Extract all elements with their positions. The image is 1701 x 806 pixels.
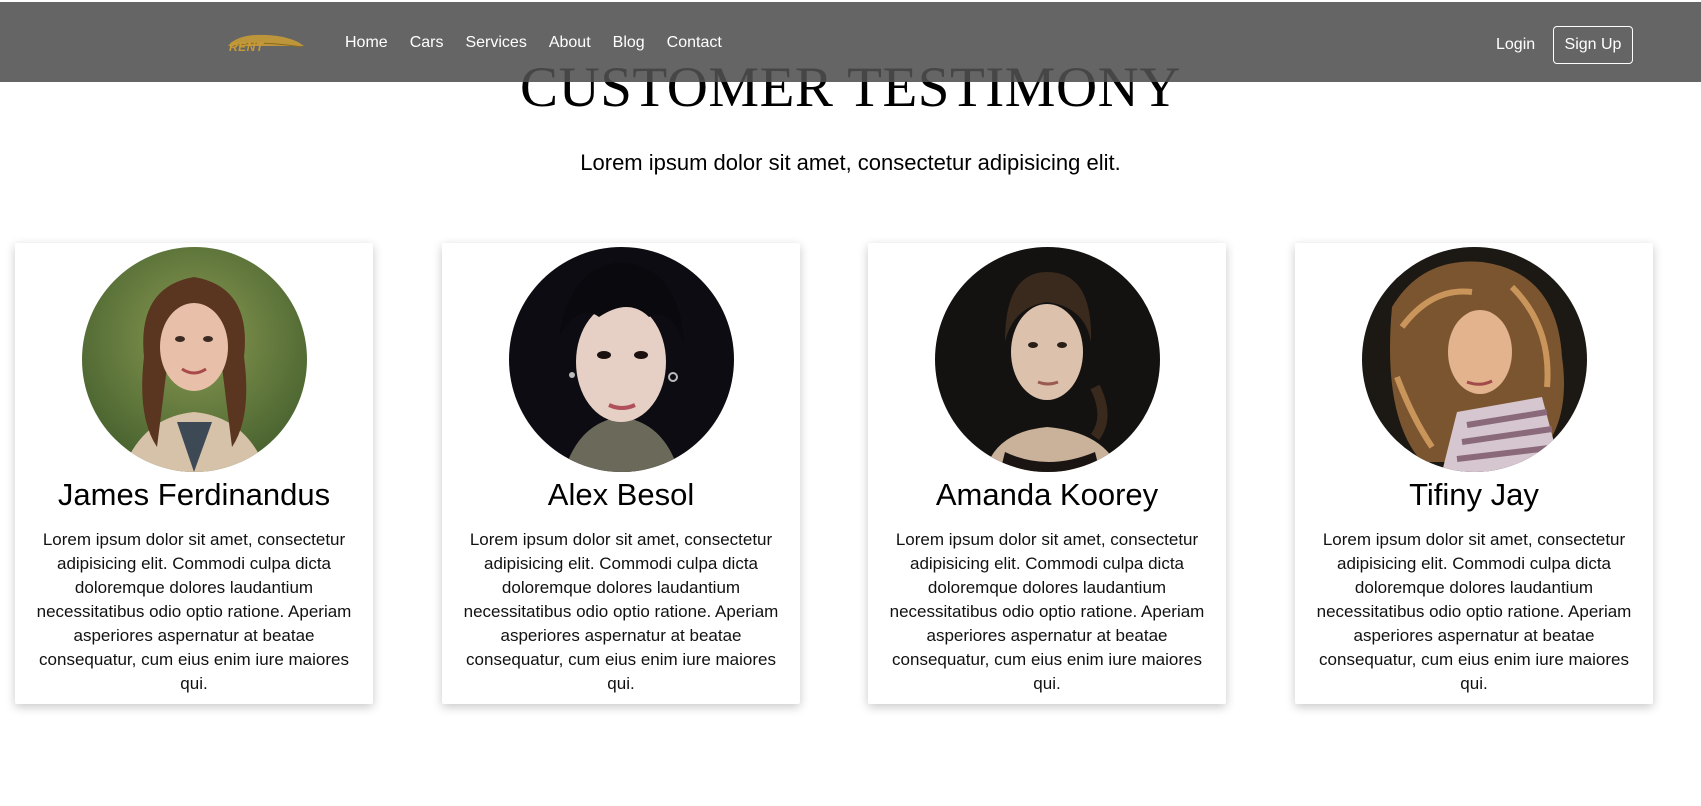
testimonial-card: Amanda Koorey Lorem ipsum dolor sit amet…: [868, 243, 1226, 704]
nav-link-blog[interactable]: Blog: [613, 33, 645, 53]
nav-link-services[interactable]: Services: [465, 33, 526, 53]
avatar: [508, 247, 734, 472]
navbar: RENT Home Cars Services About Blog Conta…: [0, 2, 1701, 82]
testimonial-name: Alex Besol: [547, 477, 695, 512]
testimonial-name: James Ferdinandus: [57, 477, 331, 512]
nav-link-contact[interactable]: Contact: [667, 33, 722, 53]
testimonial-text: Lorem ipsum dolor sit amet, consectetur …: [1316, 530, 1632, 693]
testimonial-name: Tifiny Jay: [1409, 477, 1539, 512]
testimonial-text: Lorem ipsum dolor sit amet, consectetur …: [463, 530, 779, 693]
nav-link-cars[interactable]: Cars: [410, 33, 444, 53]
signup-button[interactable]: Sign Up: [1553, 26, 1633, 64]
testimonial-text: Lorem ipsum dolor sit amet, consectetur …: [36, 530, 352, 693]
testimonial-card: Alex Besol Lorem ipsum dolor sit amet, c…: [442, 243, 800, 704]
testimonial-text: Lorem ipsum dolor sit amet, consectetur …: [889, 530, 1205, 693]
testimonial-name: Amanda Koorey: [935, 477, 1159, 512]
avatar: [1361, 247, 1587, 472]
testimonial-card: James Ferdinandus Lorem ipsum dolor sit …: [15, 243, 373, 704]
nav-link-about[interactable]: About: [549, 33, 591, 53]
section-subtitle: Lorem ipsum dolor sit amet, consectetur …: [580, 150, 1121, 175]
testimonial-cards: James Ferdinandus Lorem ipsum dolor sit …: [15, 243, 1655, 704]
testimonial-card: Tifiny Jay Lorem ipsum dolor sit amet, c…: [1295, 243, 1653, 704]
avatar: [934, 247, 1160, 472]
nav-links: Home Cars Services About Blog Contact: [345, 33, 744, 53]
nav-link-home[interactable]: Home: [345, 33, 388, 53]
logo[interactable]: RENT: [226, 26, 306, 60]
page: CUSTOMER TESTIMONY Lorem ipsum dolor sit…: [0, 0, 1701, 806]
login-link[interactable]: Login: [1496, 35, 1535, 55]
logo-text: RENT: [229, 40, 264, 54]
avatar: [81, 247, 307, 472]
